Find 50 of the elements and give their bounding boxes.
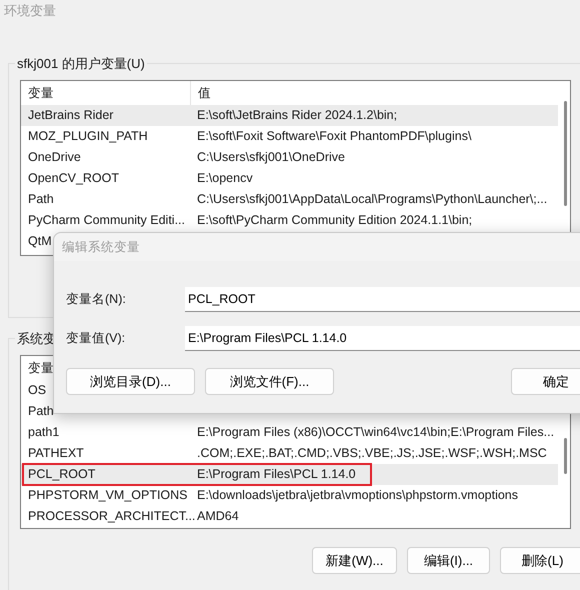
list-row[interactable]: PHPSTORM_VM_OPTIONS E:\downloads\jetbra\jetbra\vmoptions\phpstorm.vmoptions — [21, 485, 558, 506]
input-field[interactable]: PCL_ROOT — [185, 287, 580, 312]
variable-value: E:\soft\PyCharm Community Edition 2024.1.1\bin; — [196, 212, 472, 230]
variable-name: PCL_ROOT — [28, 467, 96, 482]
variable-name: PHPSTORM_VM_OPTIONS — [28, 488, 188, 502]
column-header[interactable]: 值 — [191, 81, 211, 105]
list-row[interactable]: Path C:\Users\sfkj001\AppData\Local\Programs\Python\Launcher\;... — [21, 189, 558, 210]
variable-value: E:\Program Files (x86)\OCCT\win64\vc14\bin;E:\Program Files... — [196, 424, 554, 442]
input-field[interactable]: E:\Program Files\PCL 1.14.0 — [185, 326, 580, 351]
variable-name: PROCESSOR_ARCHITECT... — [28, 509, 196, 524]
variable-name: PyCharm Community Editi... — [28, 213, 185, 228]
list-row[interactable]: OneDrive C:\Users\sfkj001\OneDrive — [21, 147, 558, 168]
list-row[interactable]: PATHEXT .COM;.EXE;.BAT;.CMD;.VBS;.VBE;.JS;.JSE;.WSF;.WSH;.MSC — [21, 443, 558, 464]
variable-name: PATHEXT — [28, 446, 84, 460]
variable-name: MOZ_PLUGIN_PATH — [28, 129, 148, 144]
scrollbar-thumb[interactable] — [564, 438, 567, 474]
dialog-button[interactable]: 浏览文件(F)... — [205, 368, 334, 395]
field-label: 变量值(V): — [65, 330, 126, 348]
variable-name: Path — [28, 192, 54, 206]
variable-name: path1 — [28, 425, 60, 440]
list-row[interactable]: PyCharm Community Editi... E:\soft\PyCharm Community Edition 2024.1.1\bin; — [21, 210, 558, 231]
list-row[interactable]: OpenCV_ROOT E:\opencv — [21, 168, 558, 189]
variable-name: Path — [28, 404, 54, 418]
list-row[interactable]: MOZ_PLUGIN_PATH E:\soft\Foxit Software\Foxit PhantomPDF\plugins\ — [21, 126, 558, 147]
list-row[interactable]: path1 E:\Program Files (x86)\OCCT\win64\vc14\bin;E:\Program Files... — [21, 422, 558, 443]
window-title: 环境变量 — [4, 2, 56, 20]
variable-value: AMD64 — [196, 508, 239, 526]
dialog-button[interactable]: 浏览目录(D)... — [66, 368, 195, 395]
variable-value: E:\Program Files\PCL 1.14.0 — [196, 466, 356, 484]
variable-name: OpenCV_ROOT — [28, 171, 120, 186]
variable-value: E:\soft\Foxit Software\Foxit PhantomPDF\plugins\ — [196, 128, 472, 146]
list-row[interactable]: JetBrains Rider E:\soft\JetBrains Rider 2024.1.2\bin; — [21, 105, 558, 126]
dialog-button[interactable]: 删除(L) — [500, 547, 580, 574]
field-label: 变量名(N): — [65, 291, 127, 308]
variable-value: E:\downloads\jetbra\jetbra\vmoptions\phpstorm.vmoptions — [196, 487, 518, 504]
variable-value: E:\soft\JetBrains Rider 2024.1.2\bin; — [196, 107, 398, 124]
variable-name: OneDrive — [28, 150, 81, 164]
list-row[interactable]: PCL_ROOT E:\Program Files\PCL 1.14.0 — [21, 464, 558, 485]
list-row[interactable]: PROCESSOR_ARCHITECT...AMD64 — [21, 506, 558, 527]
dialog-button[interactable]: 确定 — [511, 368, 580, 395]
dialog-button[interactable]: 编辑(I)... — [407, 547, 490, 574]
scrollbar-thumb[interactable] — [564, 101, 567, 206]
variable-name: JetBrains Rider — [28, 108, 114, 122]
dialog-title: 编辑系统变量 — [62, 240, 140, 254]
variable-value: C:\Users\sfkj001\AppData\Local\Programs\Python\Launcher\;... — [196, 191, 548, 208]
group-label: sfkj001 的用户变量(U) — [15, 54, 147, 74]
variable-value: .COM;.EXE;.BAT;.CMD;.VBS;.VBE;.JS;.JSE;.WSF;.WSH;.MSC — [196, 445, 547, 462]
variable-value: C:\Users\sfkj001\OneDrive — [196, 149, 345, 166]
dialog-button[interactable]: 新建(W)... — [312, 547, 397, 574]
variable-value: E:\opencv — [196, 170, 253, 188]
